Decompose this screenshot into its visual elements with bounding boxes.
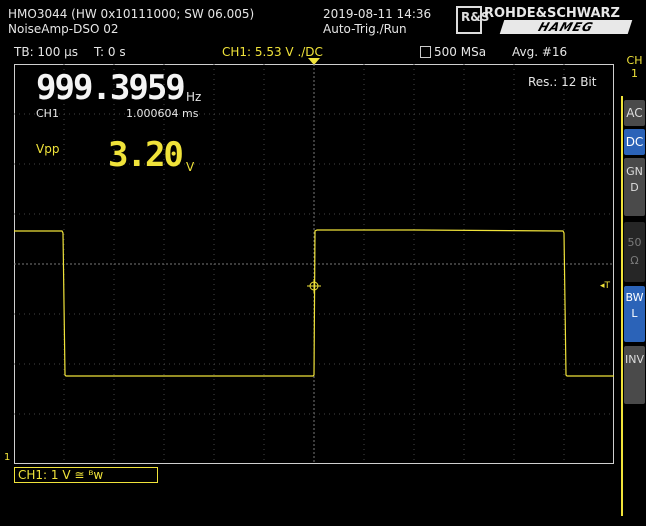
frequency-unit: Hz	[186, 90, 202, 104]
waveform-display[interactable]	[14, 64, 614, 464]
coupling-dc-button[interactable]: DC	[624, 129, 645, 155]
side-menu-accent	[621, 96, 623, 516]
termination-50ohm-button[interactable]: 50Ω	[624, 222, 645, 282]
coupling-gnd-button[interactable]: GND	[624, 158, 645, 216]
side-menu-channel-label: CH 1	[626, 54, 643, 80]
memory-icon	[420, 46, 431, 58]
vpp-label: Vpp	[36, 142, 60, 156]
channel-info-box[interactable]: CH1: 1 V ≅ ᴮw	[14, 467, 158, 483]
trigger-level-marker: ◂T	[600, 281, 611, 291]
vpp-unit: V	[186, 160, 195, 174]
brand-hameg: HAMEG	[499, 20, 633, 34]
vpp-value: 3.20	[108, 135, 184, 175]
measurement-channel: CH1	[36, 107, 59, 120]
brand-name: ROHDE&SCHWARZ	[484, 6, 620, 21]
resolution: Res.: 12 Bit	[528, 75, 597, 89]
bandwidth-limit-button[interactable]: BWL	[624, 286, 645, 342]
setup-name: NoiseAmp-DSO 02	[8, 22, 119, 36]
averaging[interactable]: Avg. #16	[512, 45, 567, 59]
invert-button[interactable]: INV	[624, 346, 645, 404]
channel-ground-marker: 1	[4, 452, 11, 463]
period-value: 1.000604 ms	[126, 107, 199, 120]
coupling-ac-button[interactable]: AC	[624, 100, 645, 126]
device-info: HMO3044 (HW 0x10111000; SW 06.005)	[8, 7, 255, 21]
rs-logo-icon: R&S	[456, 6, 489, 34]
frequency-value: 999.3959	[36, 68, 186, 108]
datetime: 2019-08-11 14:36	[323, 7, 432, 21]
trigger-time[interactable]: T: 0 s	[94, 45, 126, 59]
channel-trigger[interactable]: CH1: 5.53 V ./DC	[222, 45, 323, 59]
sample-rate: 500 MSa	[434, 45, 487, 59]
timebase[interactable]: TB: 100 µs	[14, 45, 78, 59]
trigger-mode: Auto-Trig./Run	[323, 22, 407, 36]
